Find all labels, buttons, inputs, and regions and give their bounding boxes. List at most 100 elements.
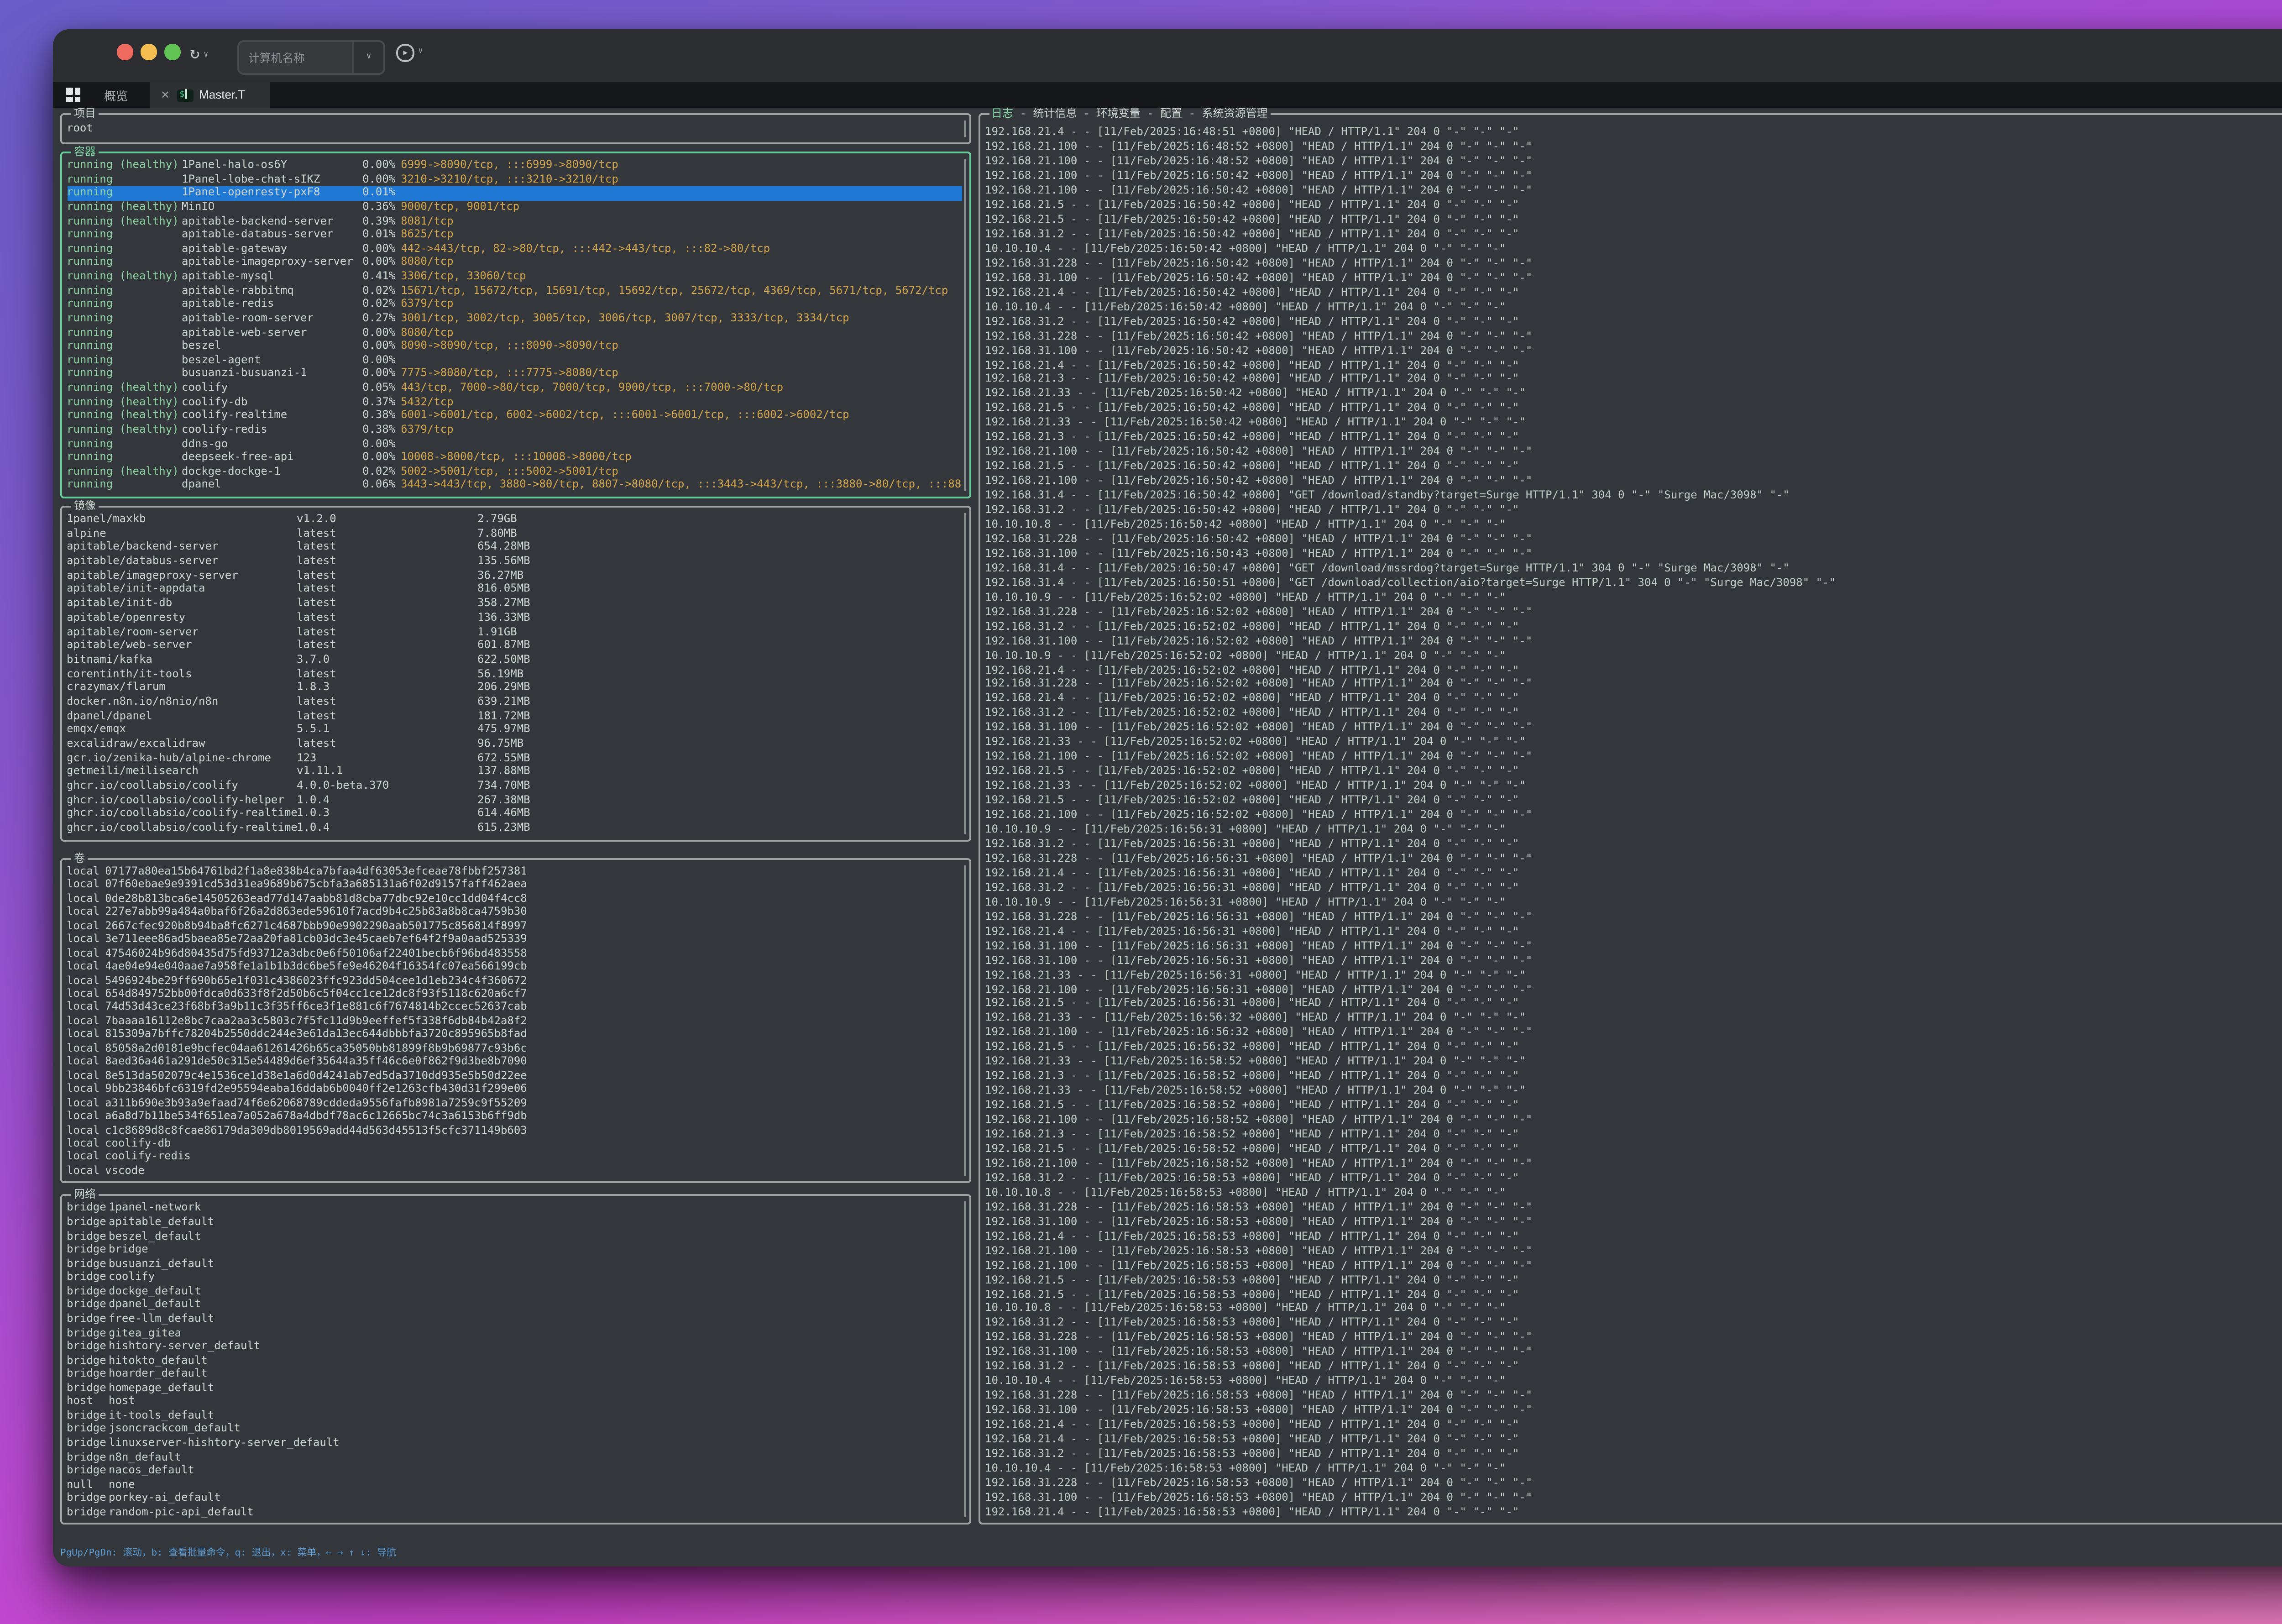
image-row[interactable]: corentinth/it-toolslatest56.19MB [67, 667, 962, 681]
container-row[interactable]: running (healthy)coolify-db0.37%5432/tcp [67, 395, 962, 409]
run-button[interactable]: ▶ ∨ [396, 38, 423, 61]
container-row[interactable]: running (healthy)1Panel-halo-os6Y0.00%69… [67, 158, 962, 173]
images-panel[interactable]: 镜像 1panel/maxkbv1.2.02.79GBalpinelatest7… [60, 505, 971, 841]
image-row[interactable]: apitable/room-serverlatest1.91GB [67, 625, 962, 639]
network-row[interactable]: bridgedockge_default [67, 1284, 962, 1298]
volume-row[interactable]: local8aed36a461a291de50c315e54489d6ef356… [67, 1055, 962, 1069]
container-row[interactable]: runningapitable-room-server0.27%3001/tcp… [67, 311, 962, 325]
network-row[interactable]: bridgehitokto_default [67, 1354, 962, 1367]
volume-row[interactable]: local7baaaa16112e8bc7caa2aa3c5803c7f5fc1… [67, 1015, 962, 1028]
image-row[interactable]: gcr.io/zenika-hub/alpine-chrome123672.55… [67, 751, 962, 765]
image-row[interactable]: crazymax/flarum1.8.3206.29MB [67, 681, 962, 695]
image-row[interactable]: apitable/backend-serverlatest654.28MB [67, 540, 962, 555]
volume-row[interactable]: local0de28b813bca6e14505263ead77d147aabb… [67, 892, 962, 906]
network-row[interactable]: bridgebridge [67, 1243, 962, 1257]
containers-panel[interactable]: 容器 running (healthy)1Panel-halo-os6Y0.00… [60, 151, 971, 498]
network-row[interactable]: bridgedpanel_default [67, 1299, 962, 1312]
image-row[interactable]: apitable/init-dblatest358.27MB [67, 597, 962, 611]
container-row[interactable]: running (healthy)coolify0.05%443/tcp, 70… [67, 381, 962, 395]
project-row[interactable]: root [67, 121, 962, 138]
volume-row[interactable]: local227e7abb99a484a0baf6f26a2d863ede596… [67, 906, 962, 919]
zoom-window-button[interactable] [164, 44, 180, 59]
image-row[interactable]: emqx/emqx5.5.1475.97MB [67, 723, 962, 737]
volume-row[interactable]: locala311b690e3b93a9efaad74f6e62068789cd… [67, 1096, 962, 1110]
network-row[interactable]: bridgebusuanzi_default [67, 1257, 962, 1271]
image-row[interactable]: dpanel/dpanellatest181.72MB [67, 709, 962, 723]
network-row[interactable]: bridgen8n_default [67, 1450, 962, 1464]
image-row[interactable]: docker.n8n.io/n8nio/n8nlatest639.21MB [67, 695, 962, 709]
hostname-select[interactable]: 计算机名称 ∨ [237, 39, 385, 74]
volume-row[interactable]: local654d849752bb00fdca0d633f8f2d50b6c5f… [67, 987, 962, 1001]
volume-row[interactable]: local3e711eee86ad5baea85e72aa20fa81cb03d… [67, 933, 962, 947]
tab-terminal[interactable]: ✕ $▍ Master.T [150, 82, 271, 108]
network-row[interactable]: bridgelinuxserver-hishtory-server_defaul… [67, 1436, 962, 1450]
image-row[interactable]: apitable/web-serverlatest601.87MB [67, 639, 962, 653]
close-tab-icon[interactable]: ✕ [161, 89, 170, 101]
volumes-panel[interactable]: 卷 local07177a80ea15b64761bd2f1a8e838b4ca… [60, 857, 971, 1183]
network-row[interactable]: hosthost [67, 1395, 962, 1409]
close-window-button[interactable] [117, 44, 132, 59]
volume-row[interactable]: local5496924be29ff690b65e1f031c4386023ff… [67, 974, 962, 987]
container-row[interactable]: runningapitable-web-server0.00%8080/tcp [67, 325, 962, 340]
hostname-dropdown-button[interactable]: ∨ [352, 41, 383, 72]
volume-row[interactable]: local47546024b96d80435d75fd93712a3dbc0e6… [67, 947, 962, 960]
tab-overview[interactable]: 概览 [93, 82, 150, 108]
volume-row[interactable]: locala6a8d7b11be534f651ea7a052a678a4dbdf… [67, 1110, 962, 1123]
volume-row[interactable]: localcoolify-redis [67, 1151, 962, 1164]
tab-logs[interactable]: 日志 [991, 109, 1013, 121]
network-row[interactable]: bridgeporkey-ai_default [67, 1492, 962, 1505]
network-row[interactable]: nullnone [67, 1478, 962, 1492]
container-row[interactable]: runningdpanel0.06%3443->443/tcp, 3880->8… [67, 478, 962, 492]
network-row[interactable]: bridgeit-tools_default [67, 1409, 962, 1423]
volume-row[interactable]: local07f60ebae9e9391cd53d31ea9689b675cbf… [67, 879, 962, 892]
image-row[interactable]: apitable/imageproxy-serverlatest36.27MB [67, 569, 962, 583]
image-row[interactable]: bitnami/kafka3.7.0622.50MB [67, 653, 962, 667]
container-row[interactable]: running (healthy)apitable-mysql0.41%3306… [67, 270, 962, 284]
volume-row[interactable]: local815309a7bffc78204b2550ddc244e3e61da… [67, 1028, 962, 1042]
container-row[interactable]: runningbeszel-agent0.00% [67, 353, 962, 367]
networks-panel[interactable]: 网络 bridge1panel-networkbridgeapitable_de… [60, 1194, 971, 1524]
container-row[interactable]: runningapitable-imageproxy-server0.00%80… [67, 256, 962, 270]
container-row[interactable]: running (healthy)coolify-realtime0.38%60… [67, 409, 962, 423]
network-row[interactable]: bridgebeszel_default [67, 1229, 962, 1243]
image-row[interactable]: 1panel/maxkbv1.2.02.79GB [67, 513, 962, 527]
image-row[interactable]: ghcr.io/coollabsio/coolify-realtime1.0.4… [67, 821, 962, 835]
network-row[interactable]: bridge1panel-network [67, 1202, 962, 1215]
image-row[interactable]: excalidraw/excalidrawlatest96.75MB [67, 737, 962, 751]
overview-grid-button[interactable] [53, 82, 93, 108]
network-row[interactable]: bridgenacos_default [67, 1464, 962, 1478]
container-row[interactable]: runningapitable-databus-server0.01%8625/… [67, 228, 962, 242]
volume-row[interactable]: localvscode [67, 1164, 962, 1178]
network-row[interactable]: bridgecoolify [67, 1271, 962, 1284]
image-row[interactable]: apitable/openrestylatest136.33MB [67, 611, 962, 625]
container-row[interactable]: running1Panel-lobe-chat-sIKZ0.00%3210->3… [67, 172, 962, 186]
image-row[interactable]: getmeili/meilisearchv1.11.1137.88MB [67, 765, 962, 779]
volume-row[interactable]: local9bb23846bfc6319fd2e95594eaba16ddab6… [67, 1083, 962, 1096]
image-row[interactable]: apitable/init-appdatalatest816.05MB [67, 583, 962, 597]
network-row[interactable]: bridgeapitable_default [67, 1215, 962, 1229]
container-row[interactable]: runningdeepseek-free-api0.00%10008->8000… [67, 451, 962, 465]
minimize-window-button[interactable] [141, 44, 156, 59]
network-row[interactable]: bridgegitea_gitea [67, 1326, 962, 1340]
network-row[interactable]: bridgerandom-pic-api_default [67, 1505, 962, 1519]
image-row[interactable]: alpinelatest7.80MB [67, 527, 962, 541]
container-row[interactable]: running1Panel-openresty-pxF80.01% [67, 186, 962, 200]
logs-panel[interactable]: 日志 - 统计信息 - 环境变量 - 配置 - 系统资源管理 192.168.2… [978, 113, 2282, 1524]
image-row[interactable]: ghcr.io/coollabsio/coolify-helper1.0.426… [67, 793, 962, 807]
volume-row[interactable]: local2667cfec920b8b94ba8fc6271c4687bbb90… [67, 919, 962, 933]
project-panel[interactable]: 项目 root [60, 113, 971, 143]
volume-row[interactable]: localc1c8689d8c8fcae86179da309db8019569a… [67, 1123, 962, 1137]
network-row[interactable]: bridgehishtory-server_default [67, 1340, 962, 1353]
image-row[interactable]: ghcr.io/coollabsio/coolify4.0.0-beta.370… [67, 779, 962, 793]
reconnect-button[interactable]: ↻∨ [190, 35, 209, 75]
network-row[interactable]: bridgehoarder_default [67, 1367, 962, 1381]
container-row[interactable]: runningapitable-gateway0.00%442->443/tcp… [67, 242, 962, 256]
volume-row[interactable]: local85058a2d0181e9bcfec04aa61261426b65c… [67, 1042, 962, 1055]
network-row[interactable]: bridgejsoncrackcom_default [67, 1423, 962, 1436]
volume-row[interactable]: local8e513da502079c4e1536ce1d38e1a6d0d42… [67, 1069, 962, 1083]
image-row[interactable]: ghcr.io/coollabsio/coolify-realtime1.0.3… [67, 807, 962, 822]
network-row[interactable]: bridgehomepage_default [67, 1381, 962, 1395]
image-row[interactable]: apitable/databus-serverlatest135.56MB [67, 555, 962, 569]
volume-row[interactable]: localcoolify-db [67, 1137, 962, 1151]
container-row[interactable]: runningbusuanzi-busuanzi-10.00%7775->808… [67, 367, 962, 381]
